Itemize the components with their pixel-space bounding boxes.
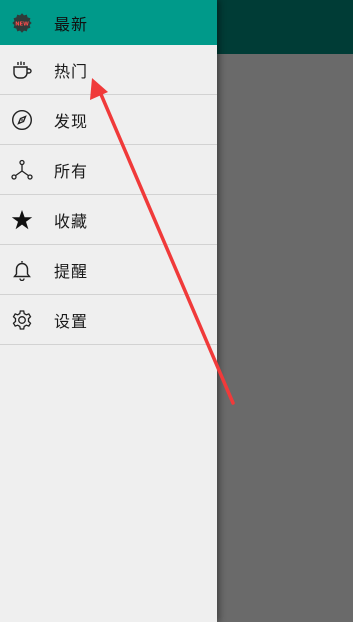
drawer-item-hot[interactable]: 热门	[0, 45, 217, 95]
drawer-item-label: 发现	[54, 111, 89, 131]
drawer-item-discover[interactable]: 发现	[0, 95, 217, 145]
drawer-item-label: 所有	[54, 161, 89, 181]
gear-icon	[11, 309, 33, 331]
drawer-item-label: 设置	[54, 311, 89, 331]
navigation-drawer: NEW 最新 热门 发现 所有 收藏 提醒 设置	[0, 0, 217, 622]
drawer-item-latest[interactable]: NEW 最新	[0, 0, 217, 45]
drawer-item-label: 提醒	[54, 261, 89, 281]
drawer-item-label: 热门	[54, 61, 89, 81]
bell-icon	[11, 259, 33, 281]
compass-icon	[11, 109, 33, 131]
new-badge-icon: NEW	[11, 12, 33, 34]
drawer-item-reminders[interactable]: 提醒	[0, 245, 217, 295]
drawer-item-favorites[interactable]: 收藏	[0, 195, 217, 245]
drawer-item-all[interactable]: 所有	[0, 145, 217, 195]
cup-icon	[11, 59, 33, 81]
drawer-item-settings[interactable]: 设置	[0, 295, 217, 345]
drawer-item-label: 收藏	[54, 211, 89, 231]
network-icon	[11, 159, 33, 181]
drawer-item-label: 最新	[54, 14, 89, 34]
star-icon	[11, 209, 33, 231]
svg-text:NEW: NEW	[15, 21, 29, 27]
